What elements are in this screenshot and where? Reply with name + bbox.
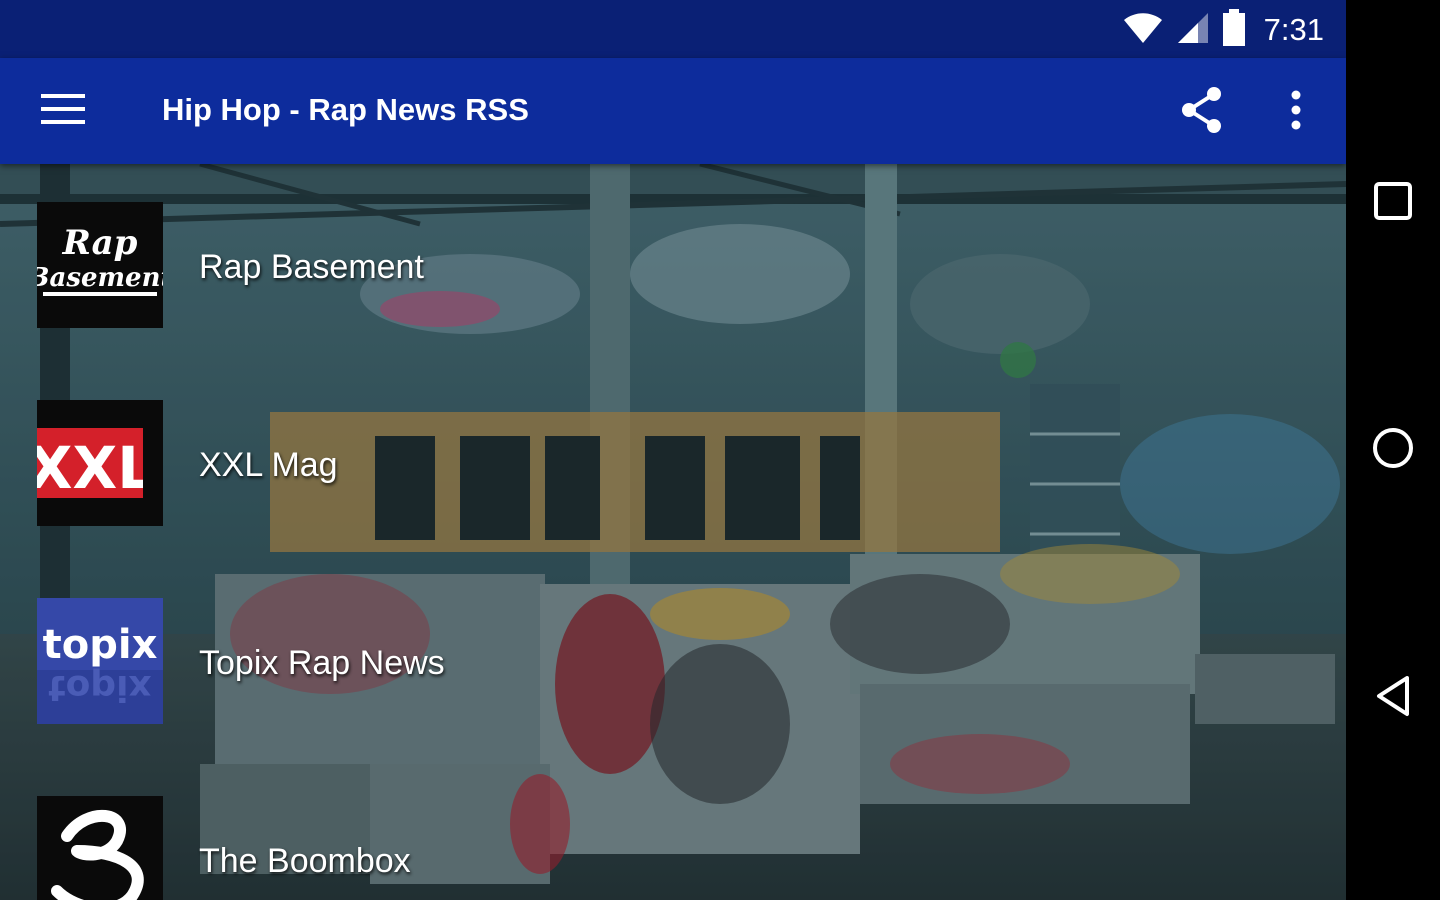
system-nav-bar — [1346, 0, 1440, 900]
rap-basement-logo-text-2: Basement — [37, 263, 163, 293]
battery-icon — [1222, 8, 1246, 52]
feed-label: Topix Rap News — [199, 644, 445, 682]
feed-item-xxl-mag[interactable]: XXL XXL Mag — [0, 388, 1346, 538]
page-title: Hip Hop - Rap News RSS — [162, 92, 529, 127]
status-icons: 7:31 — [1122, 8, 1324, 52]
share-icon — [1180, 86, 1224, 139]
feed-label: Rap Basement — [199, 248, 424, 286]
topix-logo-text: topix — [43, 622, 158, 668]
boombox-logo — [37, 796, 163, 900]
more-vert-icon — [1290, 90, 1302, 135]
recents-icon — [1373, 181, 1413, 226]
share-button[interactable] — [1172, 82, 1232, 142]
menu-button[interactable] — [28, 85, 98, 137]
cell-signal-icon — [1176, 11, 1210, 50]
back-icon — [1373, 674, 1413, 723]
rap-basement-logo: Rap Basement — [37, 202, 163, 328]
back-button[interactable] — [1363, 668, 1423, 728]
feed-item-rap-basement[interactable]: Rap Basement Rap Basement — [0, 190, 1346, 340]
xxl-mag-logo: XXL — [37, 400, 163, 526]
xxl-logo-text: XXL — [37, 434, 154, 502]
app-toolbar: Hip Hop - Rap News RSS — [0, 58, 1346, 164]
topix-logo: topix topix — [37, 598, 163, 724]
feed-list: Rap Basement Rap Basement XXL XXL Mag t — [0, 164, 1346, 900]
feed-item-topix-rap-news[interactable]: topix topix Topix Rap News — [0, 586, 1346, 736]
rap-basement-logo-text-1: Rap — [62, 223, 138, 263]
wifi-icon — [1122, 11, 1164, 50]
status-time: 7:31 — [1263, 12, 1324, 47]
overflow-menu-button[interactable] — [1268, 82, 1324, 142]
status-bar: 7:31 — [0, 0, 1346, 58]
home-button[interactable] — [1363, 420, 1423, 480]
app-screen: 7:31 Hip Hop - Rap News RSS Rap asemen R… — [0, 0, 1346, 900]
menu-icon — [41, 92, 85, 131]
recents-button[interactable] — [1363, 173, 1423, 233]
feed-item-the-boombox[interactable]: The Boombox — [0, 784, 1346, 900]
home-icon — [1371, 426, 1415, 475]
feed-label: XXL Mag — [199, 446, 338, 484]
topix-logo-reflection: topix — [48, 667, 151, 708]
feed-label: The Boombox — [199, 842, 411, 880]
